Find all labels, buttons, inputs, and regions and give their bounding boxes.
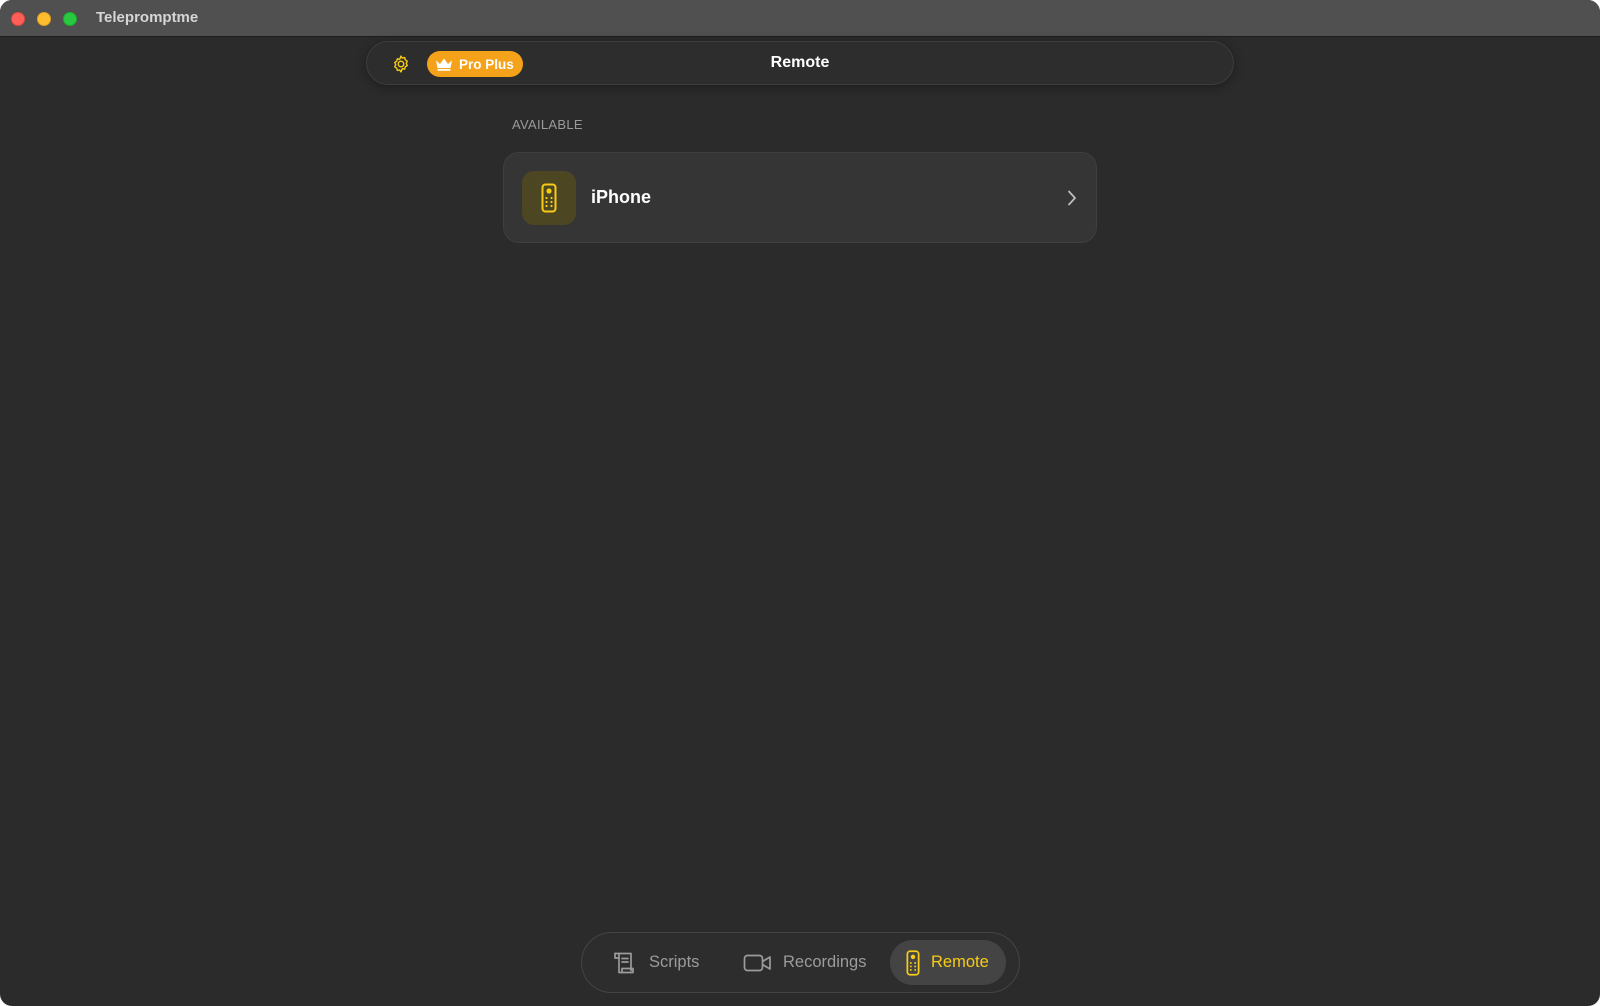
tab-scripts-label: Scripts [649, 953, 700, 971]
remote-control-icon [541, 183, 557, 213]
device-icon-tile [522, 171, 576, 225]
bottom-tab-bar: Scripts Recordings Remote [581, 932, 1020, 993]
pro-plus-badge[interactable]: Pro Plus [427, 51, 523, 77]
chevron-right-icon [1065, 188, 1079, 208]
title-bar: Telepromptme [0, 0, 1600, 37]
tab-remote[interactable]: Remote [890, 940, 1006, 985]
tab-remote-label: Remote [931, 953, 989, 971]
minimize-window-button[interactable] [37, 12, 51, 26]
settings-button[interactable] [390, 53, 412, 75]
remote-control-icon [906, 949, 920, 976]
video-camera-icon [743, 953, 772, 973]
available-section-header: AVAILABLE [512, 117, 583, 132]
pro-plus-label: Pro Plus [459, 56, 514, 72]
crown-icon [435, 57, 453, 71]
gear-icon [394, 55, 408, 73]
device-row-iphone[interactable]: iPhone [503, 152, 1097, 243]
device-name: iPhone [591, 187, 652, 207]
top-toolbar: Pro Plus Remote [366, 41, 1234, 85]
close-window-button[interactable] [11, 12, 25, 26]
zoom-window-button[interactable] [63, 12, 77, 26]
tab-scripts[interactable]: Scripts [612, 940, 699, 985]
scroll-icon [612, 950, 638, 976]
app-window: Telepromptme Pro Plus Remote AVAILABLE i… [0, 0, 1600, 1006]
app-title: Telepromptme [96, 9, 199, 26]
tab-recordings-label: Recordings [783, 953, 867, 971]
tab-recordings[interactable]: Recordings [743, 940, 866, 985]
